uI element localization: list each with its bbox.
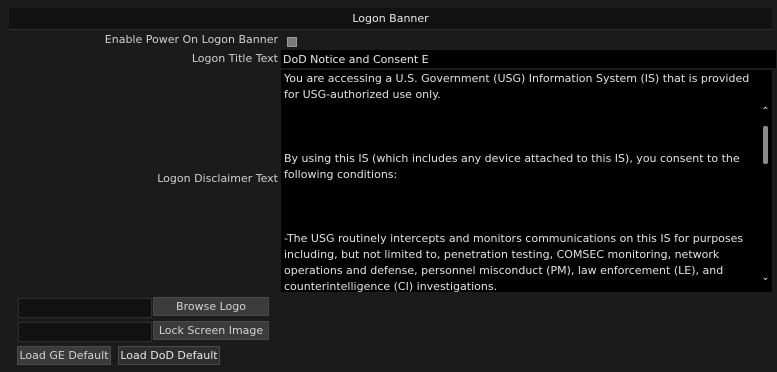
dialog-title-bar: Logon Banner (9, 8, 772, 30)
title-text-label: Logon Title Text (191, 52, 278, 65)
title-text-input[interactable] (281, 50, 776, 68)
disclaimer-paragraph-2: By using this IS (which includes any dev… (284, 152, 740, 181)
dialog-title: Logon Banner (352, 12, 429, 25)
browse-logo-button[interactable]: Browse Logo (153, 297, 269, 316)
enable-banner-label: Enable Power On Logon Banner (104, 33, 278, 46)
lock-screen-path-field[interactable] (18, 322, 152, 342)
disclaimer-paragraph-3: -The USG routinely intercepts and monito… (284, 232, 744, 292)
load-ge-default-button[interactable]: Load GE Default (17, 346, 111, 365)
chevron-down-icon[interactable]: ⌄ (759, 272, 772, 284)
scrollbar-thumb[interactable] (763, 126, 768, 164)
logon-banner-dialog: Logon Banner Enable Power On Logon Banne… (0, 0, 777, 372)
load-dod-default-button[interactable]: Load DoD Default (118, 346, 220, 365)
disclaimer-paragraph-1: You are accessing a U.S. Government (USG… (284, 72, 750, 101)
logo-path-field[interactable] (18, 298, 152, 318)
enable-banner-checkbox[interactable] (287, 37, 297, 47)
lock-screen-image-button[interactable]: Lock Screen Image (153, 321, 269, 340)
disclaimer-scrollbar[interactable]: ⌃ ⌄ (759, 70, 772, 292)
chevron-up-icon[interactable]: ⌃ (759, 106, 772, 118)
disclaimer-label: Logon Disclaimer Text (157, 172, 278, 185)
disclaimer-textarea[interactable]: You are accessing a U.S. Government (USG… (281, 70, 759, 292)
